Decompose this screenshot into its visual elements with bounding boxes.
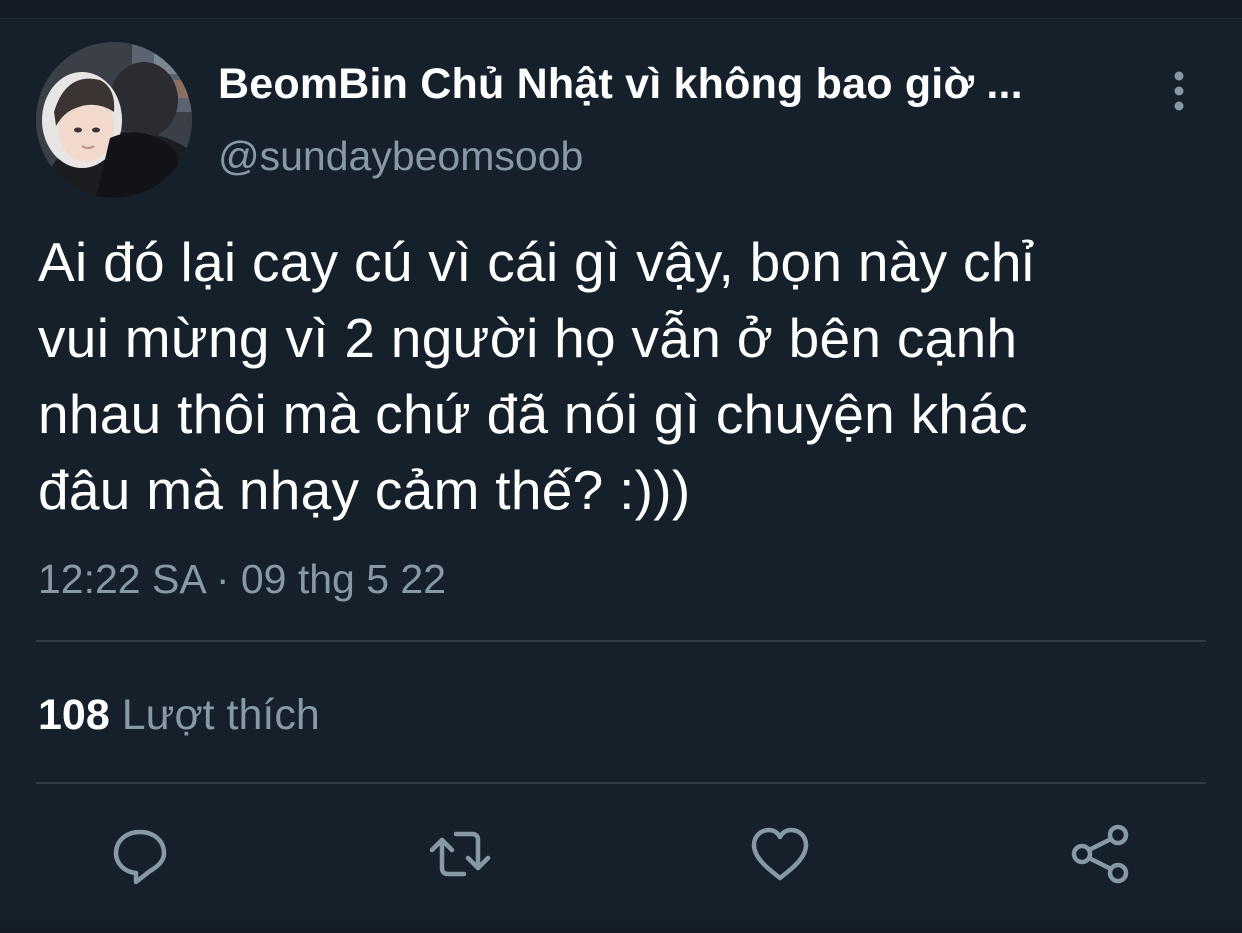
avatar-image	[36, 42, 192, 198]
reply-button[interactable]	[104, 818, 176, 890]
likes-count: 108	[38, 691, 110, 739]
retweet-button[interactable]	[424, 818, 496, 890]
divider	[36, 640, 1206, 642]
retweet-icon	[429, 831, 491, 877]
share-button[interactable]	[1064, 818, 1136, 890]
more-options-button[interactable]	[1158, 66, 1200, 116]
tweet-text: Ai đó lại cay cú vì cái gì vậy, bọn này …	[38, 231, 1035, 521]
top-edge	[0, 0, 1242, 19]
display-name[interactable]: BeomBin Chủ Nhật vì không bao giờ ...	[218, 58, 1118, 110]
like-button[interactable]	[744, 818, 816, 890]
tweet-detail: BeomBin Chủ Nhật vì không bao giờ ... @s…	[0, 18, 1242, 933]
bottom-edge	[0, 926, 1242, 933]
more-vertical-icon	[1174, 71, 1184, 111]
heart-icon	[751, 827, 809, 881]
timestamp[interactable]: 12:22 SA · 09 thg 5 22	[38, 554, 446, 604]
author-block: BeomBin Chủ Nhật vì không bao giờ ... @s…	[218, 58, 1118, 180]
likes-stat[interactable]: 108 Lượt thích	[38, 690, 320, 740]
divider	[36, 782, 1206, 784]
handle[interactable]: @sundaybeomsoob	[218, 132, 1118, 180]
reply-icon	[113, 829, 167, 885]
likes-label: Lượt thích	[121, 691, 320, 739]
share-icon	[1071, 824, 1129, 884]
avatar[interactable]	[36, 42, 192, 198]
